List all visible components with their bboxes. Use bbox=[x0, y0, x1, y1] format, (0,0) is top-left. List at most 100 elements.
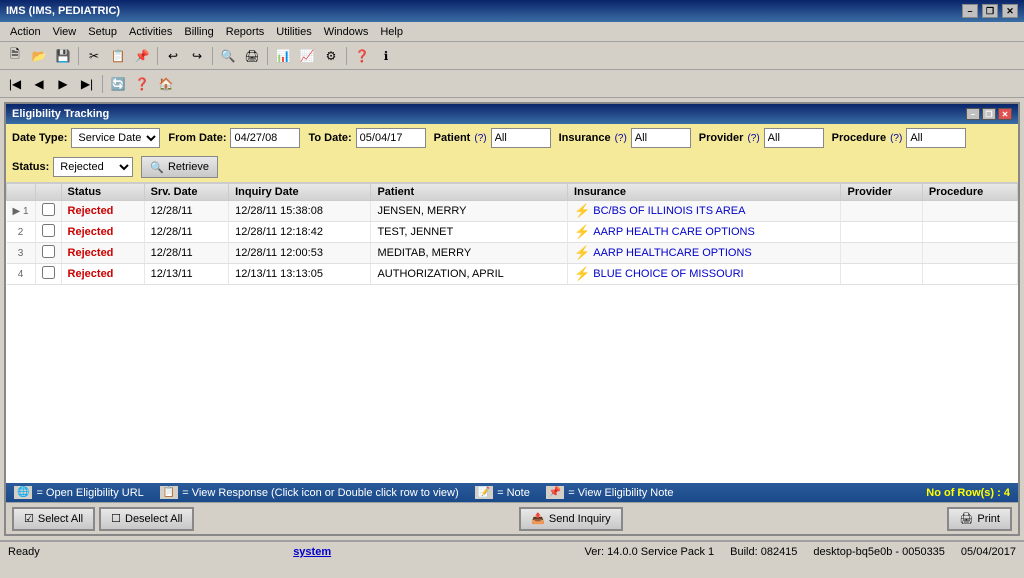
tb2-sep-1 bbox=[102, 75, 103, 93]
menu-help[interactable]: Help bbox=[374, 25, 409, 39]
row-insurance[interactable]: ⚡ AARP HEALTHCARE OPTIONS bbox=[568, 243, 841, 264]
insurance-link[interactable]: ⚡ BLUE CHOICE OF MISSOURI bbox=[574, 266, 834, 282]
tb-print[interactable]: 🖨 bbox=[241, 45, 263, 67]
row-checkbox-cell[interactable] bbox=[35, 243, 61, 264]
row-insurance[interactable]: ⚡ BLUE CHOICE OF MISSOURI bbox=[568, 264, 841, 285]
from-date-input[interactable] bbox=[230, 128, 300, 148]
tb2-last[interactable]: ▶| bbox=[76, 73, 98, 95]
elig-close-btn[interactable]: ✕ bbox=[998, 108, 1012, 120]
row-inquiry-date: 12/28/11 12:18:42 bbox=[229, 222, 371, 243]
elig-restore-btn[interactable]: ❐ bbox=[982, 108, 996, 120]
table-row[interactable]: 3 Rejected 12/28/11 12/28/11 12:00:53 ME… bbox=[7, 243, 1018, 264]
row-checkbox-cell[interactable] bbox=[35, 222, 61, 243]
tb-new[interactable]: 🗎 bbox=[4, 45, 26, 67]
menu-setup[interactable]: Setup bbox=[82, 25, 123, 39]
insurance-link[interactable]: ⚡ AARP HEALTH CARE OPTIONS bbox=[574, 224, 834, 240]
menu-reports[interactable]: Reports bbox=[220, 25, 271, 39]
provider-help[interactable]: (?) bbox=[747, 133, 759, 144]
menu-utilities[interactable]: Utilities bbox=[270, 25, 317, 39]
tb2-prev[interactable]: ◀ bbox=[28, 73, 50, 95]
table-row[interactable]: 2 Rejected 12/28/11 12/28/11 12:18:42 TE… bbox=[7, 222, 1018, 243]
tb-find[interactable]: 🔍 bbox=[217, 45, 239, 67]
filter-procedure: Procedure (?) bbox=[832, 128, 967, 148]
title-bar: IMS (IMS, PEDIATRIC) – ❐ ✕ bbox=[0, 0, 1024, 22]
row-provider bbox=[841, 201, 922, 222]
to-date-input[interactable] bbox=[356, 128, 426, 148]
row-checkbox-cell[interactable] bbox=[35, 201, 61, 222]
tb2-refresh[interactable]: 🔄 bbox=[107, 73, 129, 95]
menu-view[interactable]: View bbox=[47, 25, 83, 39]
row-status: Rejected bbox=[61, 243, 144, 264]
table-row[interactable]: ▶ 1 Rejected 12/28/11 12/28/11 15:38:08 … bbox=[7, 201, 1018, 222]
tb-info[interactable]: ℹ bbox=[375, 45, 397, 67]
row-provider bbox=[841, 243, 922, 264]
procedure-input[interactable] bbox=[906, 128, 966, 148]
date-type-select[interactable]: Service Date bbox=[71, 128, 160, 148]
provider-input[interactable] bbox=[764, 128, 824, 148]
col-procedure: Procedure bbox=[922, 184, 1017, 201]
insurance-link[interactable]: ⚡ AARP HEALTHCARE OPTIONS bbox=[574, 245, 834, 261]
row-checkbox-cell[interactable] bbox=[35, 264, 61, 285]
eligibility-table-container[interactable]: Status Srv. Date Inquiry Date Patient In… bbox=[6, 183, 1018, 483]
elig-minimize-btn[interactable]: – bbox=[966, 108, 980, 120]
tb-undo[interactable]: ↩ bbox=[162, 45, 184, 67]
menu-action[interactable]: Action bbox=[4, 25, 47, 39]
patient-help[interactable]: (?) bbox=[474, 133, 486, 144]
insurance-help[interactable]: (?) bbox=[615, 133, 627, 144]
status-select[interactable]: Rejected bbox=[53, 157, 133, 177]
table-row[interactable]: 4 Rejected 12/13/11 12/13/11 13:13:05 AU… bbox=[7, 264, 1018, 285]
legend-open-url: 🌐 = Open Eligibility URL bbox=[14, 486, 144, 499]
main-area: Eligibility Tracking – ❐ ✕ Date Type: Se… bbox=[0, 98, 1024, 540]
row-srv-date: 12/13/11 bbox=[144, 264, 228, 285]
row-number: 2 bbox=[7, 222, 36, 243]
tb-sep-5 bbox=[346, 47, 347, 65]
row-checkbox[interactable] bbox=[42, 203, 55, 216]
select-all-button[interactable]: ☑ Select All bbox=[12, 507, 95, 531]
retrieve-button[interactable]: 🔍 Retrieve bbox=[141, 156, 218, 178]
tb-open[interactable]: 📂 bbox=[28, 45, 50, 67]
tb-save[interactable]: 💾 bbox=[52, 45, 74, 67]
menu-activities[interactable]: Activities bbox=[123, 25, 178, 39]
patient-input[interactable] bbox=[491, 128, 551, 148]
tb-settings[interactable]: ⚙ bbox=[320, 45, 342, 67]
procedure-help[interactable]: (?) bbox=[890, 133, 902, 144]
tb-report[interactable]: 📊 bbox=[272, 45, 294, 67]
tb2-help2[interactable]: ❓ bbox=[131, 73, 153, 95]
status-badge: Rejected bbox=[68, 226, 114, 238]
filter-to-date: To Date: bbox=[308, 128, 425, 148]
legend-note: 📝 = Note bbox=[475, 486, 530, 499]
send-inquiry-button[interactable]: 📤 Send Inquiry bbox=[519, 507, 622, 531]
row-checkbox[interactable] bbox=[42, 266, 55, 279]
close-btn[interactable]: ✕ bbox=[1002, 4, 1018, 18]
tb-copy[interactable]: 📋 bbox=[107, 45, 129, 67]
tb-chart[interactable]: 📈 bbox=[296, 45, 318, 67]
row-insurance[interactable]: ⚡ AARP HEALTH CARE OPTIONS bbox=[568, 222, 841, 243]
footer-version: Ver: 14.0.0 Service Pack 1 bbox=[585, 546, 715, 558]
action-bar: ☑ Select All ☐ Deselect All 📤 Send Inqui… bbox=[6, 502, 1018, 534]
view-note-icon: 📌 bbox=[546, 486, 564, 499]
tb-help[interactable]: ❓ bbox=[351, 45, 373, 67]
tb-cut[interactable]: ✂ bbox=[83, 45, 105, 67]
menu-windows[interactable]: Windows bbox=[318, 25, 375, 39]
row-checkbox[interactable] bbox=[42, 224, 55, 237]
from-date-label: From Date: bbox=[168, 132, 226, 144]
print-button[interactable]: 🖨 Print bbox=[947, 507, 1012, 531]
tb-redo[interactable]: ↪ bbox=[186, 45, 208, 67]
minimize-btn[interactable]: – bbox=[962, 4, 978, 18]
eligibility-tracking-window: Eligibility Tracking – ❐ ✕ Date Type: Se… bbox=[4, 102, 1020, 536]
tb2-home[interactable]: 🏠 bbox=[155, 73, 177, 95]
date-type-label: Date Type: bbox=[12, 132, 67, 144]
insurance-input[interactable] bbox=[631, 128, 691, 148]
row-insurance[interactable]: ⚡ BC/BS OF ILLINOIS ITS AREA bbox=[568, 201, 841, 222]
tb2-first[interactable]: |◀ bbox=[4, 73, 26, 95]
select-all-label: Select All bbox=[38, 513, 83, 525]
deselect-all-button[interactable]: ☐ Deselect All bbox=[99, 507, 194, 531]
menu-billing[interactable]: Billing bbox=[178, 25, 219, 39]
footer-user[interactable]: system bbox=[293, 546, 331, 558]
insurance-link[interactable]: ⚡ BC/BS OF ILLINOIS ITS AREA bbox=[574, 203, 834, 219]
elig-window-controls: – ❐ ✕ bbox=[966, 108, 1012, 120]
row-checkbox[interactable] bbox=[42, 245, 55, 258]
tb2-next[interactable]: ▶ bbox=[52, 73, 74, 95]
maximize-btn[interactable]: ❐ bbox=[982, 4, 998, 18]
tb-paste[interactable]: 📌 bbox=[131, 45, 153, 67]
